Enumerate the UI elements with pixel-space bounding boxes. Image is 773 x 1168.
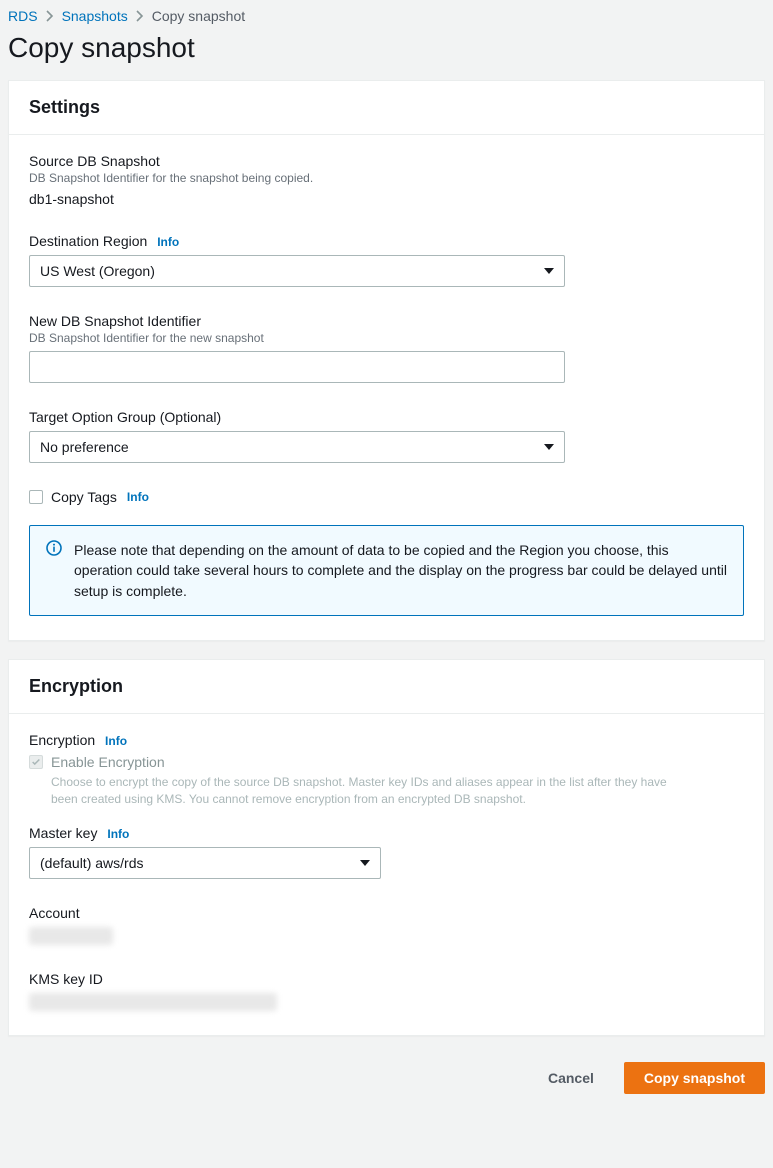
account-field: Account xxxxx: [29, 905, 744, 945]
page-title: Copy snapshot: [8, 28, 765, 80]
source-snapshot-desc: DB Snapshot Identifier for the snapshot …: [29, 171, 744, 185]
target-option-group-select[interactable]: No preference: [29, 431, 565, 463]
caret-down-icon: [360, 860, 370, 866]
breadcrumb-link-snapshots[interactable]: Snapshots: [62, 8, 128, 24]
source-snapshot-label: Source DB Snapshot: [29, 153, 744, 169]
enable-encryption-desc: Choose to encrypt the copy of the source…: [51, 774, 691, 808]
master-key-info[interactable]: Info: [107, 827, 129, 841]
source-snapshot-value: db1-snapshot: [29, 191, 744, 207]
source-snapshot-field: Source DB Snapshot DB Snapshot Identifie…: [29, 153, 744, 207]
enable-encryption-checkbox: [29, 755, 43, 769]
destination-region-select[interactable]: US West (Oregon): [29, 255, 565, 287]
kms-key-id-value-redacted: xxxxxxxxxxxxxxxxxxxxxx: [29, 993, 277, 1011]
copy-snapshot-button[interactable]: Copy snapshot: [624, 1062, 765, 1094]
copy-tags-checkbox[interactable]: [29, 490, 43, 504]
destination-region-info[interactable]: Info: [157, 235, 179, 249]
new-identifier-desc: DB Snapshot Identifier for the new snaps…: [29, 331, 744, 345]
breadcrumb: RDS Snapshots Copy snapshot: [8, 8, 765, 28]
settings-title: Settings: [29, 97, 744, 118]
chevron-right-icon: [136, 10, 144, 22]
destination-region-field: Destination Region Info US West (Oregon): [29, 233, 744, 287]
destination-region-label: Destination Region: [29, 233, 147, 249]
kms-key-id-field: KMS key ID xxxxxxxxxxxxxxxxxxxxxx: [29, 971, 744, 1011]
destination-region-value: US West (Oregon): [40, 263, 155, 279]
check-icon: [31, 757, 41, 767]
enable-encryption-label: Enable Encryption: [51, 754, 165, 770]
footer-actions: Cancel Copy snapshot: [8, 1054, 765, 1108]
copy-tags-field: Copy Tags Info: [29, 489, 744, 505]
encryption-field: Encryption Info Enable Encryption Choose…: [29, 732, 744, 808]
caret-down-icon: [544, 268, 554, 274]
account-value-redacted: xxxxx: [29, 927, 113, 945]
encryption-info[interactable]: Info: [105, 734, 127, 748]
copy-tags-label: Copy Tags: [51, 489, 117, 505]
breadcrumb-link-rds[interactable]: RDS: [8, 8, 38, 24]
master-key-select[interactable]: (default) aws/rds: [29, 847, 381, 879]
info-alert: Please note that depending on the amount…: [29, 525, 744, 616]
chevron-right-icon: [46, 10, 54, 22]
account-label: Account: [29, 905, 744, 921]
target-option-group-label: Target Option Group (Optional): [29, 409, 744, 425]
new-identifier-field: New DB Snapshot Identifier DB Snapshot I…: [29, 313, 744, 383]
new-identifier-label: New DB Snapshot Identifier: [29, 313, 744, 329]
info-icon: [46, 540, 62, 601]
settings-panel: Settings Source DB Snapshot DB Snapshot …: [8, 80, 765, 641]
encryption-panel: Encryption Encryption Info Enable Encryp…: [8, 659, 765, 1037]
master-key-label: Master key: [29, 825, 97, 841]
caret-down-icon: [544, 444, 554, 450]
info-alert-text: Please note that depending on the amount…: [74, 540, 727, 601]
encryption-label: Encryption: [29, 732, 95, 748]
settings-header: Settings: [9, 81, 764, 135]
master-key-field: Master key Info (default) aws/rds: [29, 825, 744, 879]
target-option-group-value: No preference: [40, 439, 129, 455]
encryption-title: Encryption: [29, 676, 744, 697]
target-option-group-field: Target Option Group (Optional) No prefer…: [29, 409, 744, 463]
copy-tags-info[interactable]: Info: [127, 490, 149, 504]
kms-key-id-label: KMS key ID: [29, 971, 744, 987]
master-key-value: (default) aws/rds: [40, 855, 143, 871]
encryption-header: Encryption: [9, 660, 764, 714]
breadcrumb-current: Copy snapshot: [152, 8, 245, 24]
cancel-button[interactable]: Cancel: [528, 1062, 614, 1094]
new-identifier-input[interactable]: [29, 351, 565, 383]
